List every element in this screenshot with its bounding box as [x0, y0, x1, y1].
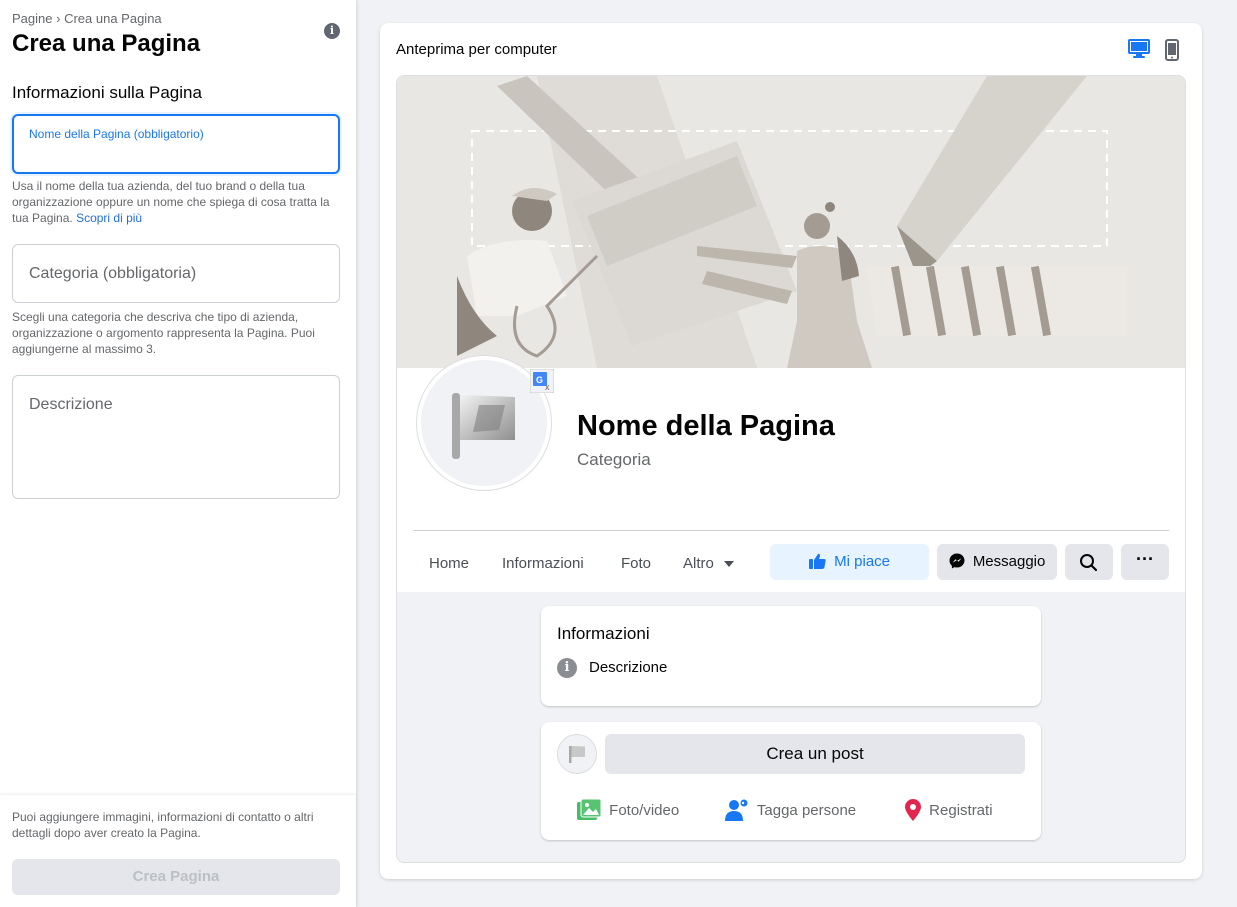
page-preview-frame: Gx Nome della Pagina Categoria Home Info… — [396, 75, 1186, 863]
search-button[interactable] — [1065, 544, 1113, 580]
svg-text:x: x — [545, 382, 550, 392]
location-pin-icon — [905, 798, 921, 821]
mobile-preview-icon[interactable] — [1165, 39, 1189, 61]
post-avatar — [557, 734, 597, 774]
message-label: Messaggio — [972, 553, 1046, 570]
info-circle-icon: i — [557, 658, 577, 678]
caret-down-icon — [724, 561, 735, 568]
panel-footer: Puoi aggiungere immagini, informazioni d… — [0, 795, 356, 907]
info-card: Informazioni i Descrizione — [541, 606, 1041, 706]
page-title: Crea una Pagina — [12, 30, 201, 57]
like-label: Mi piace — [834, 553, 891, 570]
tag-people-label: Tagga persone — [756, 802, 857, 819]
nav-more-label: Altro — [683, 555, 714, 572]
preview-page-category: Categoria — [577, 450, 651, 469]
flag-icon — [452, 393, 515, 459]
check-in-action[interactable]: Registrati — [905, 798, 993, 824]
breadcrumb-separator: › — [56, 11, 61, 26]
mini-flag-icon — [569, 746, 585, 763]
profile-picture[interactable]: Gx — [417, 356, 555, 490]
photo-icon — [577, 798, 601, 820]
breadcrumb: Pagine › Crea una Pagina — [12, 11, 162, 26]
learn-more-link[interactable]: Scopri di più — [76, 211, 142, 225]
translate-icon[interactable]: Gx — [529, 368, 555, 394]
page-name-field[interactable]: Nome della Pagina (obbligatorio) — [12, 114, 340, 174]
messenger-icon — [949, 553, 965, 569]
breadcrumb-pages-link[interactable]: Pagine — [12, 11, 52, 26]
tag-people-action[interactable]: Tagga persone — [725, 798, 856, 824]
nav-photos[interactable]: Foto — [621, 546, 651, 582]
description-placeholder: Descrizione — [29, 396, 113, 413]
breadcrumb-current: Crea una Pagina — [64, 11, 162, 26]
tag-people-icon — [725, 799, 748, 821]
category-help: Scegli una categoria che descriva che ti… — [12, 310, 315, 356]
category-field[interactable]: Categoria (obbligatoria) — [12, 244, 340, 303]
nav-home[interactable]: Home — [429, 546, 469, 582]
description-field[interactable]: Descrizione — [12, 375, 340, 499]
preview-title: Anteprima per computer — [396, 41, 557, 58]
photo-video-label: Foto/video — [609, 802, 680, 819]
create-page-button[interactable]: Crea Pagina — [12, 859, 340, 895]
create-page-panel: Pagine › Crea una Pagina Crea una Pagina… — [0, 0, 356, 907]
section-title: Informazioni sulla Pagina — [12, 83, 202, 102]
check-in-label: Registrati — [929, 802, 993, 819]
cover-illustration — [397, 76, 1185, 368]
photo-video-action[interactable]: Foto/video — [577, 798, 679, 824]
create-post-button[interactable]: Crea un post — [605, 734, 1025, 774]
category-placeholder: Categoria (obbligatoria) — [29, 265, 197, 282]
preview-card: Anteprima per computer G x Nome della Pa… — [380, 23, 1202, 879]
preview-page-name: Nome della Pagina — [577, 410, 835, 442]
message-button[interactable]: Messaggio — [937, 544, 1057, 580]
footer-note: Puoi aggiungere immagini, informazioni d… — [12, 810, 314, 840]
create-post-card: Crea un post Foto/video Tagga persone Re… — [541, 722, 1041, 840]
page-name-help-text: Usa il nome della tua azienda, del tuo b… — [12, 179, 330, 225]
info-card-description: Descrizione — [589, 659, 668, 676]
info-card-title: Informazioni — [557, 624, 650, 643]
page-name-help: Usa il nome della tua azienda, del tuo b… — [12, 178, 342, 226]
more-options-button[interactable]: ··· — [1121, 544, 1169, 580]
like-button[interactable]: Mi piace — [770, 544, 929, 580]
desktop-preview-icon[interactable] — [1128, 39, 1152, 61]
thumbs-up-icon — [808, 553, 826, 569]
page-header: Gx Nome della Pagina Categoria Home Info… — [397, 356, 1185, 592]
nav-more[interactable]: Altro — [683, 546, 735, 582]
info-icon[interactable]: i — [324, 23, 340, 39]
header-divider — [413, 530, 1169, 531]
nav-info[interactable]: Informazioni — [502, 546, 584, 582]
search-icon — [1080, 554, 1098, 572]
svg-text:G: G — [536, 375, 543, 385]
page-name-label: Nome della Pagina (obbligatorio) — [29, 127, 204, 141]
